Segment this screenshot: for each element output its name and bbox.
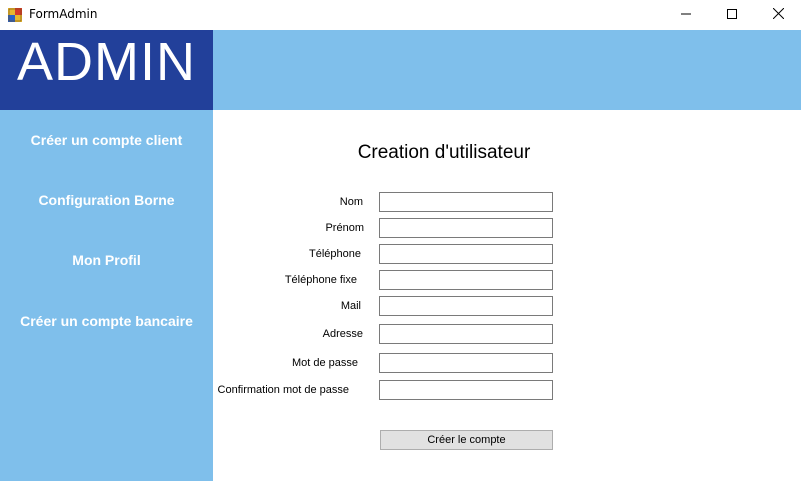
label-confirmation-mot-de-passe: Confirmation mot de passe: [217, 384, 349, 396]
form-title: Creation d'utilisateur: [357, 142, 531, 163]
create-account-button[interactable]: Créer le compte: [380, 430, 553, 450]
title-bar[interactable]: FormAdmin: [0, 0, 801, 30]
adresse-input[interactable]: [379, 324, 553, 344]
header-band: [213, 30, 801, 110]
admin-logo: ADMIN: [0, 30, 213, 110]
label-nom: Nom: [339, 196, 363, 208]
sidebar-item-my-profile[interactable]: Mon Profil: [0, 252, 213, 268]
label-telephone-fixe: Téléphone fixe: [284, 274, 357, 286]
telephone-input[interactable]: [379, 244, 553, 264]
minimize-icon: [681, 6, 691, 24]
maximize-icon: [727, 6, 737, 24]
sidebar-item-kiosk-configuration[interactable]: Configuration Borne: [0, 192, 213, 208]
confirmation-mot-de-passe-input[interactable]: [379, 380, 553, 400]
window-title: FormAdmin: [29, 7, 98, 21]
close-icon: [772, 6, 784, 24]
nom-input[interactable]: [379, 192, 553, 212]
label-adresse: Adresse: [322, 328, 363, 340]
minimize-button[interactable]: [663, 0, 709, 30]
label-prenom: Prénom: [325, 222, 364, 234]
app-icon: [8, 8, 22, 22]
close-button[interactable]: [755, 0, 801, 30]
mail-input[interactable]: [379, 296, 553, 316]
logo-text: ADMIN: [17, 32, 196, 92]
sidebar: ADMIN Créer un compte client Configurati…: [0, 30, 213, 481]
telephone-fixe-input[interactable]: [379, 270, 553, 290]
label-mail: Mail: [340, 300, 361, 312]
sidebar-item-create-bank-account[interactable]: Créer un compte bancaire: [0, 313, 213, 329]
maximize-button[interactable]: [709, 0, 755, 30]
mot-de-passe-input[interactable]: [379, 353, 553, 373]
label-telephone: Téléphone: [309, 248, 361, 260]
prenom-input[interactable]: [379, 218, 553, 238]
label-mot-de-passe: Mot de passe: [291, 357, 358, 369]
form-admin-window: FormAdmin ADMIN Créer un compte client C…: [0, 0, 801, 481]
sidebar-item-create-client-account[interactable]: Créer un compte client: [0, 132, 213, 148]
